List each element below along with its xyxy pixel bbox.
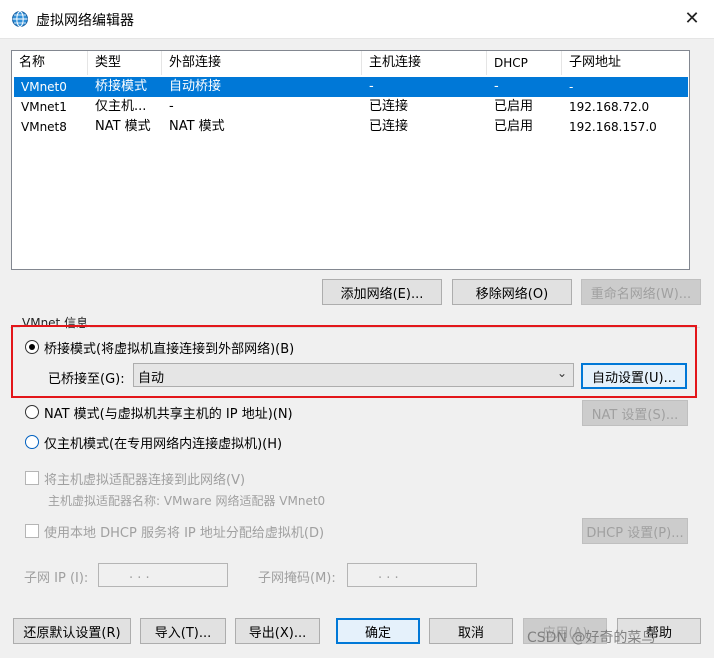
import-button[interactable]: 导入(T)... — [140, 618, 226, 644]
cell-type: NAT 模式 — [95, 119, 151, 134]
bridged-to-label: 已桥接至(G): — [48, 372, 125, 387]
mask-separators: . . . — [378, 567, 399, 582]
export-button[interactable]: 导出(X)... — [235, 618, 320, 644]
ok-button[interactable]: 确定 — [336, 618, 420, 644]
subnet-mask-label: 子网掩码(M): — [258, 571, 336, 586]
bridged-radio-label[interactable]: 桥接模式(将虚拟机直接连接到外部网络)(B) — [44, 338, 294, 357]
cell-dhcp: - — [494, 79, 499, 94]
auto-settings-button[interactable]: 自动设置(U)... — [581, 363, 687, 389]
bridged-to-value: 自动 — [138, 371, 165, 386]
subnet-ip-field[interactable]: . . . — [98, 563, 228, 587]
chevron-down-icon: ⌄ — [556, 366, 567, 380]
column-header-external[interactable]: 外部连接 — [162, 51, 362, 75]
host-only-radio[interactable] — [25, 435, 39, 449]
column-header-dhcp[interactable]: DHCP — [487, 51, 562, 75]
dhcp-settings-button[interactable]: DHCP 设置(P)... — [582, 518, 688, 544]
title-bar: 虚拟网络编辑器 ✕ — [0, 0, 714, 38]
cell-type: 桥接模式 — [95, 79, 148, 94]
bridged-radio[interactable] — [25, 340, 39, 354]
nat-settings-button[interactable]: NAT 设置(S)... — [582, 400, 688, 426]
remove-network-button[interactable]: 移除网络(O) — [452, 279, 572, 305]
close-button[interactable]: ✕ — [676, 4, 708, 32]
cell-name: VMnet0 — [21, 80, 67, 94]
cell-subnet: 192.168.157.0 — [569, 120, 657, 134]
cell-subnet: 192.168.72.0 — [569, 100, 650, 114]
cell-external: NAT 模式 — [169, 119, 225, 134]
ip-separators: . . . — [129, 567, 150, 582]
cell-dhcp: 已启用 — [494, 99, 534, 114]
host-only-radio-label[interactable]: 仅主机模式(在专用网络内连接虚拟机)(H) — [44, 433, 282, 452]
dhcp-checkbox[interactable] — [25, 524, 39, 538]
network-row-vmnet1[interactable]: VMnet1 仅主机... - 已连接 已启用 192.168.72.0 — [14, 97, 688, 117]
network-globe-icon — [12, 11, 28, 27]
network-row-vmnet0[interactable]: VMnet0 桥接模式 自动桥接 - - - — [14, 77, 688, 97]
dhcp-label[interactable]: 使用本地 DHCP 服务将 IP 地址分配给虚拟机(D) — [44, 522, 324, 541]
restore-defaults-button[interactable]: 还原默认设置(R) — [13, 618, 131, 644]
cell-host: 已连接 — [369, 119, 409, 134]
cell-external: - — [169, 99, 174, 114]
network-row-vmnet8[interactable]: VMnet8 NAT 模式 NAT 模式 已连接 已启用 192.168.157… — [14, 117, 688, 137]
subnet-mask-field[interactable]: . . . — [347, 563, 477, 587]
cell-host: - — [369, 79, 374, 94]
cancel-button[interactable]: 取消 — [429, 618, 513, 644]
nat-radio-label[interactable]: NAT 模式(与虚拟机共享主机的 IP 地址)(N) — [44, 403, 293, 422]
add-network-button[interactable]: 添加网络(E)... — [322, 279, 442, 305]
connect-adapter-label[interactable]: 将主机虚拟适配器连接到此网络(V) — [44, 469, 245, 488]
column-header-subnet[interactable]: 子网地址 — [562, 51, 689, 75]
cell-external: 自动桥接 — [169, 79, 222, 94]
bridged-to-select[interactable]: 自动 ⌄ — [133, 363, 574, 387]
network-list[interactable]: 名称 类型 外部连接 主机连接 DHCP 子网地址 VMnet0 桥接模式 自动… — [11, 50, 690, 270]
cell-dhcp: 已启用 — [494, 119, 534, 134]
window-title: 虚拟网络编辑器 — [36, 13, 134, 29]
cell-name: VMnet1 — [21, 100, 67, 114]
column-header-host[interactable]: 主机连接 — [362, 51, 487, 75]
rename-network-button[interactable]: 重命名网络(W)... — [581, 279, 701, 305]
subnet-ip-label: 子网 IP (I): — [24, 571, 89, 586]
close-icon: ✕ — [684, 7, 700, 29]
column-header-name[interactable]: 名称 — [12, 51, 88, 75]
cell-host: 已连接 — [369, 99, 409, 114]
nat-radio[interactable] — [25, 405, 39, 419]
watermark-text: CSDN @好奇的菜鸟 — [527, 630, 656, 646]
cell-name: VMnet8 — [21, 120, 67, 134]
adapter-name-text: 主机虚拟适配器名称: VMware 网络适配器 VMnet0 — [48, 494, 326, 508]
cell-subnet: - — [569, 80, 574, 94]
column-header-type[interactable]: 类型 — [88, 51, 162, 75]
cell-type: 仅主机... — [95, 99, 147, 114]
connect-adapter-checkbox[interactable] — [25, 471, 39, 485]
